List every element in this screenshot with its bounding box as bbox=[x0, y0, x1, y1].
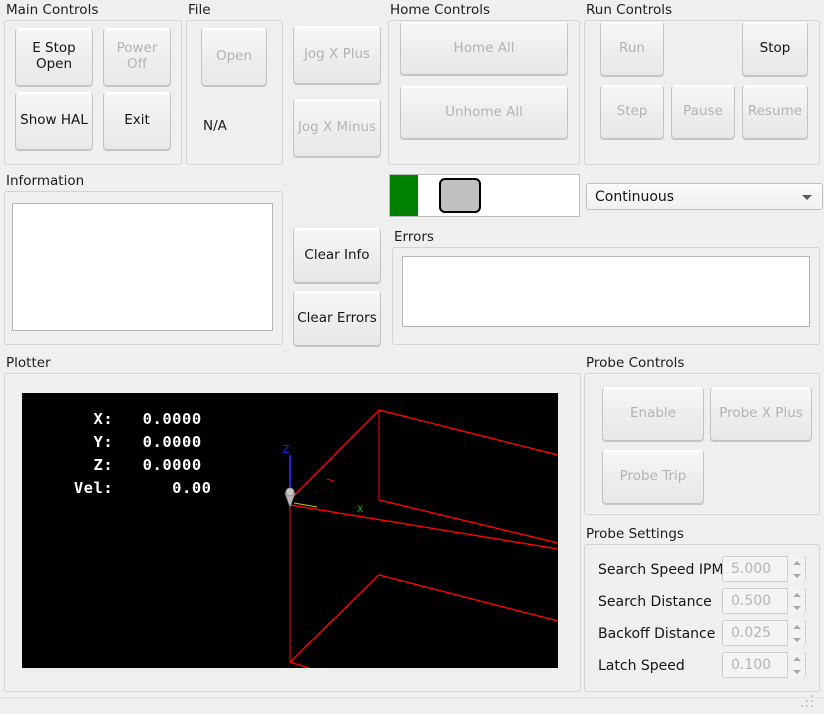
search-distance-stepper[interactable] bbox=[787, 588, 805, 614]
search-distance-value: 0.500 bbox=[731, 593, 771, 609]
group-title-file: File bbox=[188, 2, 211, 18]
probe-trip-button[interactable]: Probe Trip bbox=[602, 450, 704, 504]
stepper-up-icon[interactable] bbox=[788, 588, 805, 601]
group-home-controls: Home Controls Home All Unhome All bbox=[388, 2, 580, 165]
resume-button[interactable]: Resume bbox=[742, 85, 808, 139]
group-information: Information bbox=[4, 173, 283, 345]
jog-slider-handle[interactable] bbox=[439, 178, 481, 213]
step-button[interactable]: Step bbox=[600, 85, 664, 139]
group-title-main-controls: Main Controls bbox=[6, 2, 98, 18]
backoff-distance-label: Backoff Distance bbox=[598, 626, 715, 642]
probe-x-plus-button[interactable]: Probe X Plus bbox=[710, 387, 812, 441]
search-distance-label: Search Distance bbox=[598, 594, 712, 610]
power-off-button[interactable]: Power Off bbox=[103, 28, 171, 86]
svg-text:Z: Z bbox=[282, 443, 290, 456]
stepper-up-icon[interactable] bbox=[788, 652, 805, 665]
group-probe-controls: Probe Controls Enable Probe X Plus Probe… bbox=[584, 355, 820, 515]
search-speed-stepper[interactable] bbox=[787, 556, 805, 582]
backoff-distance-value: 0.025 bbox=[731, 625, 771, 641]
probe-enable-button[interactable]: Enable bbox=[602, 387, 704, 441]
open-file-button[interactable]: Open bbox=[201, 28, 267, 86]
group-title-information: Information bbox=[6, 173, 84, 189]
stepper-up-icon[interactable] bbox=[788, 556, 805, 569]
stepper-up-icon[interactable] bbox=[788, 620, 805, 633]
jog-mode-combobox[interactable]: Continuous bbox=[586, 183, 823, 210]
group-file: File Open N/A bbox=[186, 2, 283, 165]
group-probe-settings: Probe Settings Search Speed IPM 5.000 Se… bbox=[584, 526, 820, 692]
group-title-home-controls: Home Controls bbox=[390, 2, 490, 18]
svg-text:X: X bbox=[357, 505, 363, 515]
search-speed-label: Search Speed IPM bbox=[598, 562, 724, 578]
exit-button[interactable]: Exit bbox=[103, 92, 171, 150]
backoff-distance-stepper[interactable] bbox=[787, 620, 805, 646]
app-window: Main Controls E Stop Open Power Off Show… bbox=[0, 0, 824, 714]
unhome-all-button[interactable]: Unhome All bbox=[400, 86, 568, 139]
group-title-errors: Errors bbox=[394, 229, 434, 245]
latch-speed-value: 0.100 bbox=[731, 657, 771, 673]
search-speed-value: 5.000 bbox=[731, 561, 771, 577]
loaded-filename-label: N/A bbox=[203, 118, 227, 134]
group-title-plotter: Plotter bbox=[6, 355, 51, 371]
group-plotter: Plotter bbox=[4, 355, 581, 692]
resize-grip[interactable] bbox=[800, 694, 816, 710]
jog-slider-fill bbox=[390, 175, 418, 216]
estop-button[interactable]: E Stop Open bbox=[15, 28, 93, 86]
group-run-controls: Run Controls Run Stop Step Pause Resume bbox=[584, 2, 820, 165]
clear-info-button[interactable]: Clear Info bbox=[293, 228, 381, 283]
pause-button[interactable]: Pause bbox=[671, 85, 735, 139]
stepper-down-icon[interactable] bbox=[788, 569, 805, 582]
clear-errors-button[interactable]: Clear Errors bbox=[293, 291, 381, 346]
chevron-down-icon bbox=[802, 195, 812, 200]
run-button[interactable]: Run bbox=[600, 22, 664, 76]
backplot-canvas[interactable]: Z X X: 0.0000 Y: 0.0000 Z: 0.0000 Vel: 0… bbox=[22, 393, 558, 668]
group-title-probe-settings: Probe Settings bbox=[586, 526, 684, 542]
backoff-distance-spinbox[interactable]: 0.025 bbox=[722, 620, 806, 646]
latch-speed-spinbox[interactable]: 0.100 bbox=[722, 652, 806, 678]
group-title-run-controls: Run Controls bbox=[586, 2, 672, 18]
stepper-down-icon[interactable] bbox=[788, 633, 805, 646]
search-speed-spinbox[interactable]: 5.000 bbox=[722, 556, 806, 582]
status-bar bbox=[0, 697, 824, 714]
latch-speed-label: Latch Speed bbox=[598, 658, 685, 674]
information-textbox[interactable] bbox=[12, 203, 273, 331]
home-all-button[interactable]: Home All bbox=[400, 22, 568, 75]
stepper-down-icon[interactable] bbox=[788, 665, 805, 678]
jog-x-plus-button[interactable]: Jog X Plus bbox=[293, 26, 381, 84]
show-hal-button[interactable]: Show HAL bbox=[15, 92, 93, 150]
latch-speed-stepper[interactable] bbox=[787, 652, 805, 678]
stepper-down-icon[interactable] bbox=[788, 601, 805, 614]
group-title-probe-controls: Probe Controls bbox=[586, 355, 684, 371]
group-errors: Errors bbox=[392, 229, 820, 345]
jog-mode-selected-label: Continuous bbox=[595, 189, 674, 205]
search-distance-spinbox[interactable]: 0.500 bbox=[722, 588, 806, 614]
stop-button[interactable]: Stop bbox=[742, 22, 808, 76]
jog-x-minus-button[interactable]: Jog X Minus bbox=[293, 99, 381, 157]
dro-readout: X: 0.0000 Y: 0.0000 Z: 0.0000 Vel: 0.00 bbox=[64, 408, 211, 500]
jog-increment-slider[interactable] bbox=[389, 174, 580, 217]
group-main-controls: Main Controls E Stop Open Power Off Show… bbox=[4, 2, 182, 165]
errors-textbox[interactable] bbox=[402, 256, 810, 327]
